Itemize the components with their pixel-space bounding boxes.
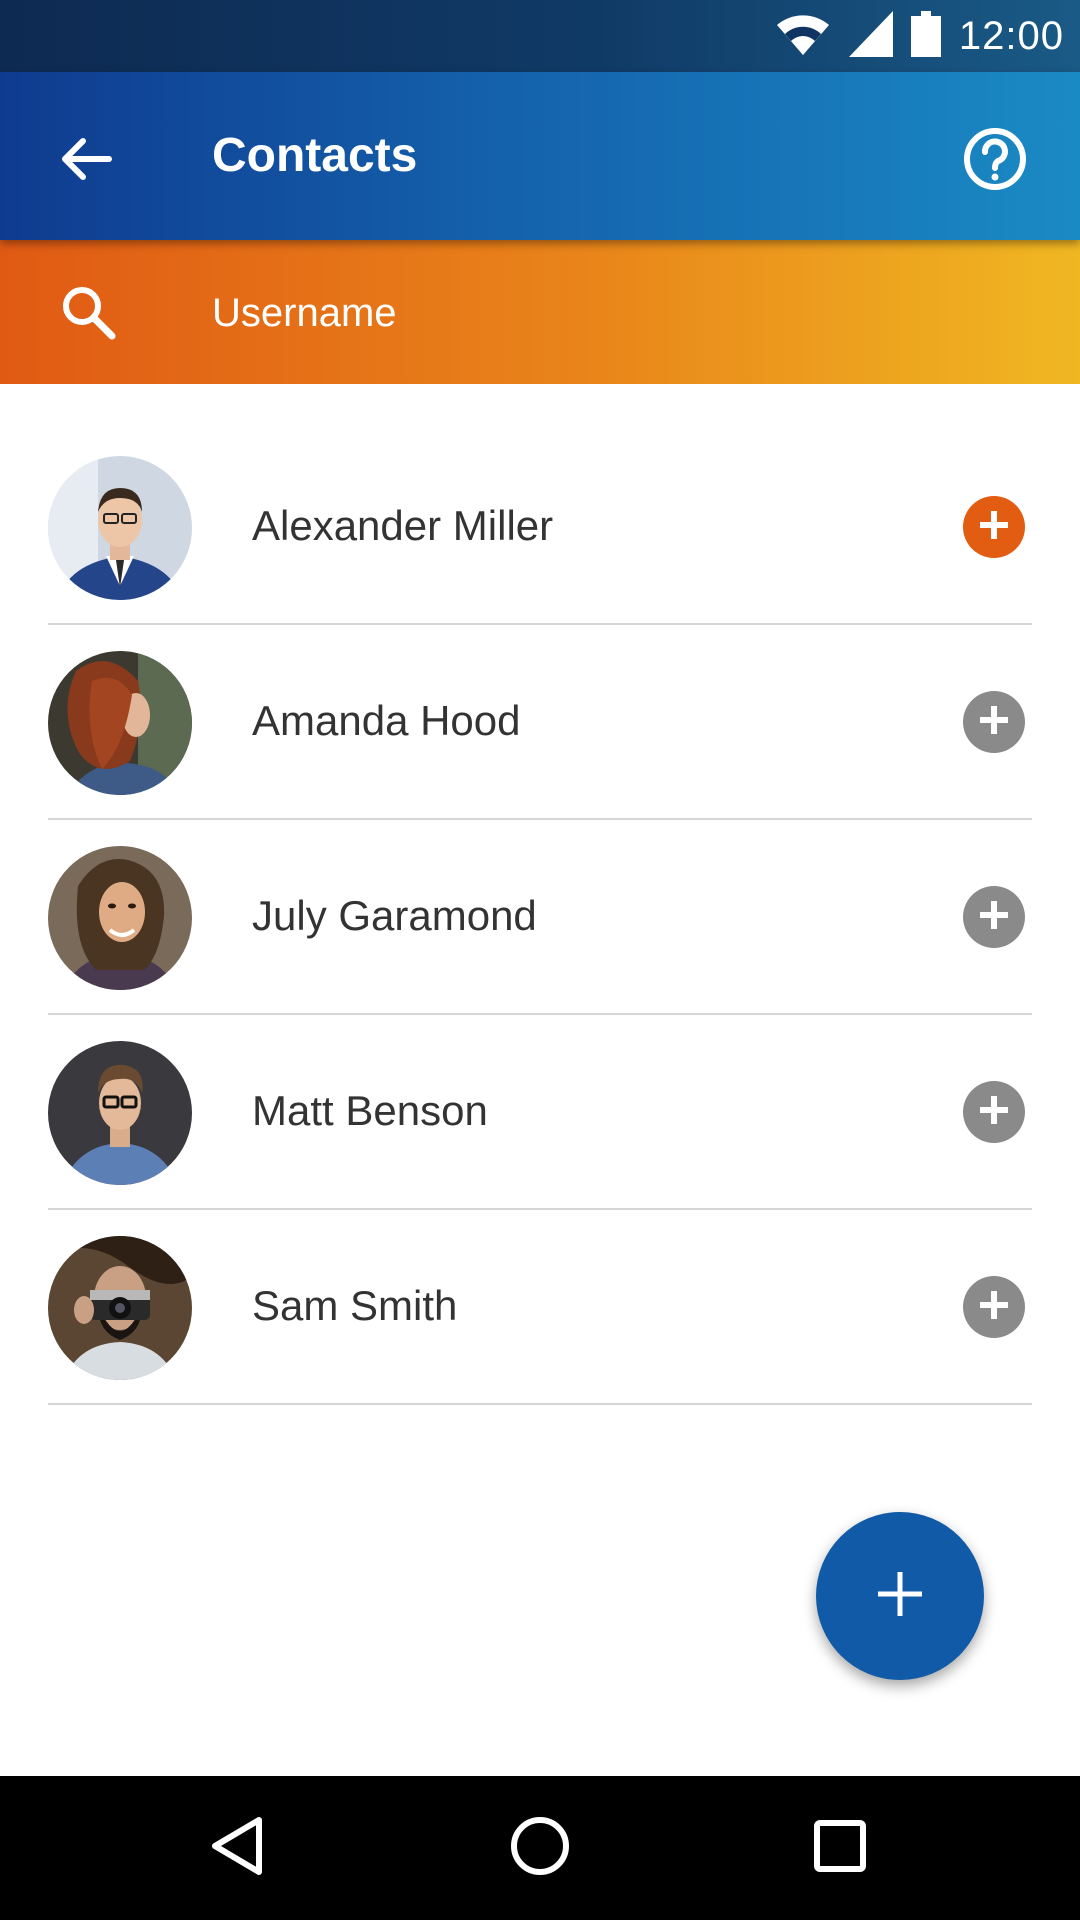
avatar xyxy=(48,846,192,990)
help-circle-icon xyxy=(963,127,1027,196)
avatar xyxy=(48,456,192,600)
contact-name: Amanda Hood xyxy=(252,697,521,744)
add-contact-fab[interactable] xyxy=(816,1512,984,1680)
contact-name: Matt Benson xyxy=(252,1087,488,1134)
nav-home-button[interactable] xyxy=(500,1808,580,1888)
back-button[interactable] xyxy=(40,116,130,206)
page-title: Contacts xyxy=(212,129,418,182)
contact-list: Alexander Miller Amanda Hood July Garamo… xyxy=(0,430,1080,1405)
wifi-icon xyxy=(775,11,831,62)
contact-name: July Garamond xyxy=(252,892,537,939)
app-bar: Contacts xyxy=(0,72,1080,240)
status-bar: 12:00 xyxy=(0,0,1080,72)
list-item[interactable]: July Garamond xyxy=(0,820,1080,1015)
home-circle-icon xyxy=(508,1814,572,1883)
arrow-left-icon xyxy=(57,135,113,188)
divider xyxy=(48,1403,1032,1405)
signal-icon xyxy=(848,10,893,62)
status-time: 12:00 xyxy=(958,13,1064,58)
plus-icon xyxy=(976,1287,1012,1328)
contact-name: Sam Smith xyxy=(252,1282,458,1329)
list-item[interactable]: Amanda Hood xyxy=(0,625,1080,820)
nav-recents-button[interactable] xyxy=(800,1808,880,1888)
plus-icon xyxy=(976,507,1012,548)
avatar xyxy=(48,1041,192,1185)
add-contact-button[interactable] xyxy=(963,1081,1025,1143)
avatar xyxy=(48,651,192,795)
nav-back-button[interactable] xyxy=(197,1808,277,1888)
back-triangle-icon xyxy=(207,1814,267,1883)
list-item[interactable]: Matt Benson xyxy=(0,1015,1080,1210)
add-contact-button[interactable] xyxy=(963,496,1025,558)
add-contact-button[interactable] xyxy=(963,886,1025,948)
add-contact-button[interactable] xyxy=(963,1276,1025,1338)
search-input[interactable] xyxy=(212,280,1012,346)
list-item[interactable]: Sam Smith xyxy=(0,1210,1080,1405)
plus-icon xyxy=(976,702,1012,743)
help-button[interactable] xyxy=(950,116,1040,206)
search-icon[interactable] xyxy=(50,274,126,350)
plus-icon xyxy=(874,1568,926,1625)
contact-name: Alexander Miller xyxy=(252,502,554,549)
status-icons: 12:00 xyxy=(775,0,1064,72)
nav-bar xyxy=(0,1776,1080,1920)
avatar xyxy=(48,1236,192,1380)
add-contact-button[interactable] xyxy=(963,691,1025,753)
plus-icon xyxy=(976,1092,1012,1133)
battery-icon xyxy=(910,10,941,62)
search-bar xyxy=(0,240,1080,384)
recents-square-icon xyxy=(812,1818,868,1879)
list-item[interactable]: Alexander Miller xyxy=(0,430,1080,625)
plus-icon xyxy=(976,897,1012,938)
